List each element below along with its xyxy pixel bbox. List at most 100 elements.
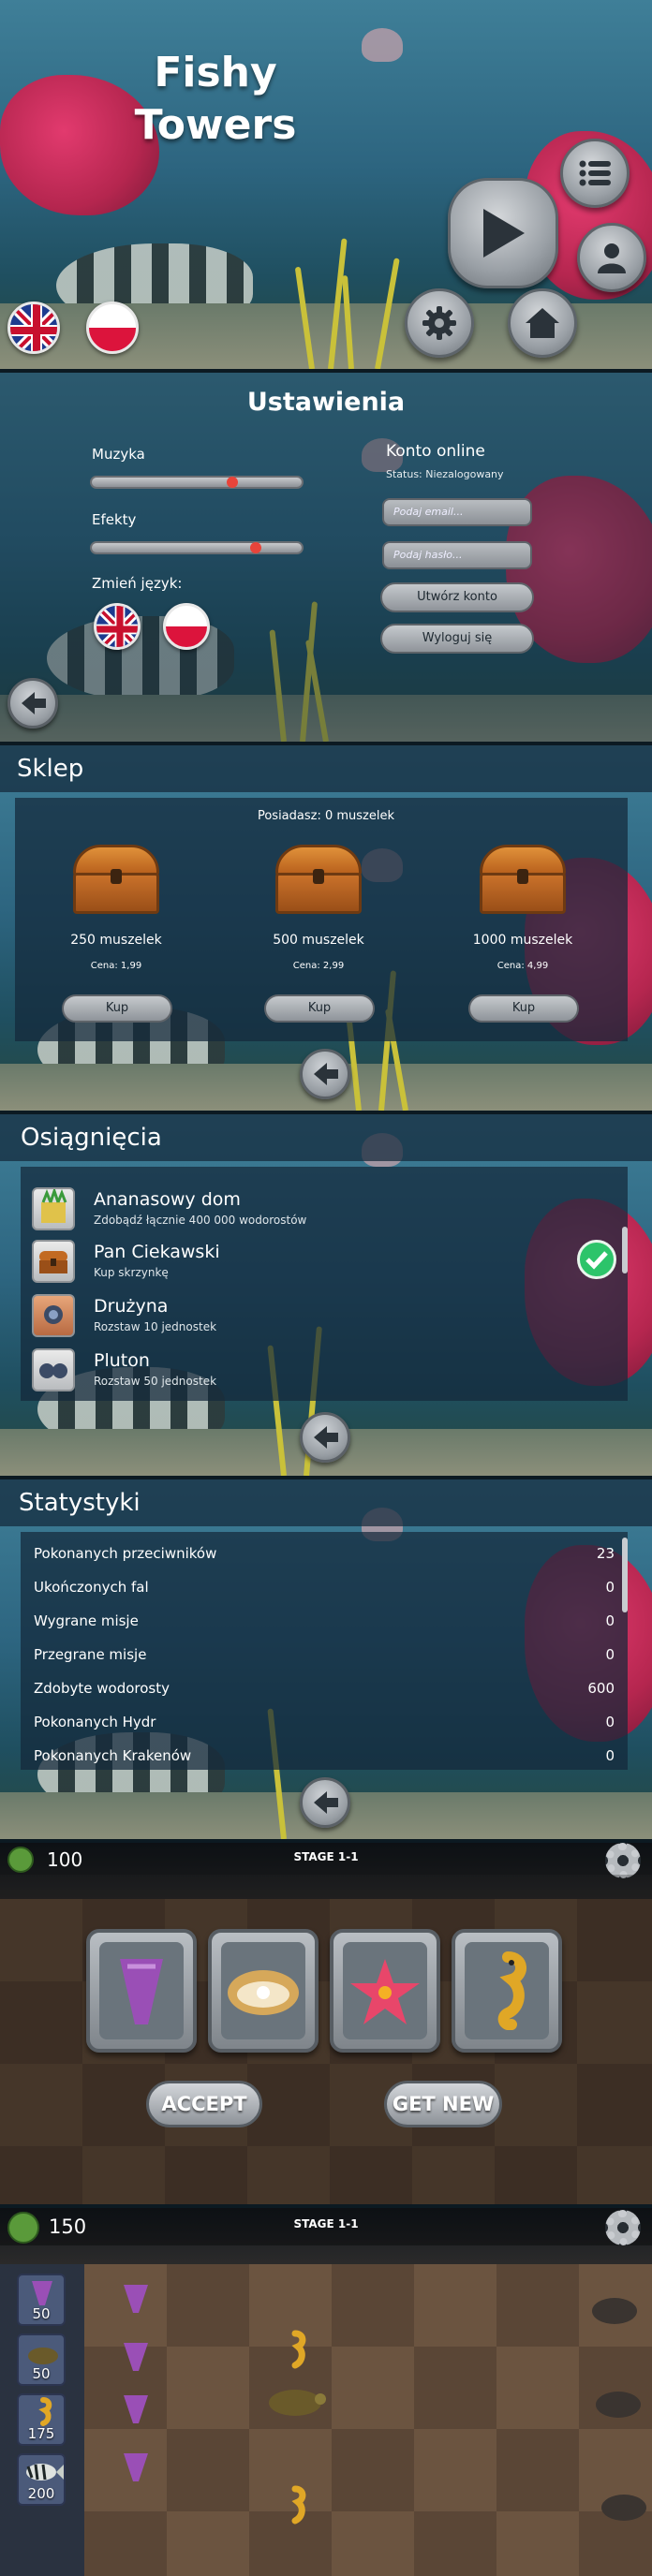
stat-label: Ukończonych fal [34,1579,149,1596]
accept-button[interactable]: ACCEPT [146,2081,262,2127]
achievement-item: Ananasowy dom Zdobądź łącznie 400 000 wo… [28,1184,609,1234]
tower-card[interactable] [330,1929,440,2053]
home-icon [526,308,559,338]
achievement-item: Pan Ciekawski Kup skrzynkę [28,1236,609,1287]
flag-pl-button[interactable] [86,302,139,354]
squad-icon [32,1294,75,1337]
achievement-item: Pluton Rozstaw 50 jednostek [28,1345,609,1395]
language-uk-button[interactable] [94,603,141,650]
profile-button[interactable] [577,223,646,292]
back-button[interactable] [7,678,58,729]
play-icon [483,209,525,258]
achievement-desc: Rozstaw 50 jednostek [94,1375,217,1388]
achievements-screen: Osiągnięcia Ananasowy dom Zdobądź łączni… [0,1114,652,1476]
achievement-name: Ananasowy dom [94,1189,241,1210]
shop-item-price: Cena: 4,99 [496,961,549,971]
create-account-button[interactable]: Utwórz konto [380,582,534,612]
achievement-desc: Kup skrzynkę [94,1266,169,1279]
account-status: Status: Niezalogowany [386,468,504,480]
list-icon [579,160,611,186]
list-button[interactable] [560,139,630,208]
platoon-icon [32,1348,75,1391]
effects-slider-knob[interactable] [249,542,261,553]
stat-value: 0 [605,1714,615,1730]
stat-row: Wygrane misje 0 [34,1605,615,1639]
language-pl-button[interactable] [163,603,210,650]
effects-slider[interactable] [90,541,304,554]
gear-icon [422,306,456,340]
starfish-tower-icon [350,1959,420,2024]
stat-label: Pokonanych przeciwników [34,1545,217,1562]
dim-overlay [0,373,652,742]
seahorse-tower-icon [291,2485,306,2524]
buy-button[interactable]: Kup [264,994,375,1023]
treasure-chest-icon [480,845,566,914]
achievements-title: Osiągnięcia [21,1124,162,1152]
stage-label: STAGE 1-1 [293,2217,359,2230]
tower-card[interactable] [452,1929,562,2053]
play-button[interactable] [448,178,558,288]
password-field[interactable]: Podaj hasło... [382,541,532,569]
unit-slot[interactable]: 200 [17,2453,66,2506]
tower-select-screen: 100 STAGE 1-1 ACCEPT GET NEW [0,1843,652,2204]
effects-label: Efekty [92,511,137,528]
back-button[interactable] [300,1412,350,1463]
jellyfish-decoration [362,28,403,62]
user-icon [598,243,626,273]
stat-row: Pokonanych Hydr 0 [34,1706,615,1740]
music-slider[interactable] [90,476,304,489]
home-button[interactable] [508,288,577,358]
stat-value: 0 [605,1612,615,1629]
settings-gear-icon[interactable] [605,1843,641,1878]
flag-uk-button[interactable] [7,302,60,354]
game-board [84,2264,652,2576]
fish-unit-icon [26,2464,64,2480]
shop-header-bar [0,745,652,792]
buy-button[interactable]: Kup [468,994,579,1023]
settings-button[interactable] [405,288,474,358]
stat-value: 0 [605,1646,615,1663]
buy-button[interactable]: Kup [62,994,172,1023]
back-button[interactable] [300,1777,350,1828]
enemy-fish-icon [601,2495,646,2521]
clam-tower-icon [228,1970,299,2015]
tower-card[interactable] [208,1929,319,2053]
settings-title: Ustawienia [246,388,406,417]
shop-item-amount: 1000 muszelek [472,933,573,948]
completed-check-icon [577,1240,616,1279]
account-title: Konto online [386,442,485,461]
get-new-button[interactable]: GET NEW [384,2081,502,2127]
tower-card[interactable] [86,1929,197,2053]
logout-button[interactable]: Wyloguj się [380,624,534,654]
unit-cost: 50 [32,2305,51,2322]
turtle-tower-icon [269,2390,326,2416]
shop-item-price: Cena: 1,99 [90,961,142,971]
treasure-chest-icon [73,845,159,914]
unit-slot[interactable]: 175 [17,2393,66,2446]
stat-value: 600 [587,1680,615,1697]
achievement-desc: Rozstaw 10 jednostek [94,1320,217,1333]
email-field[interactable]: Podaj email... [382,498,532,526]
coral-unit-icon [32,2281,52,2305]
stat-label: Wygrane misje [34,1612,139,1629]
coral-tower-icon [124,2285,148,2313]
back-arrow-icon [314,1791,338,1814]
turtle-unit-icon [28,2348,58,2364]
stat-row: Ukończonych fal 0 [34,1571,615,1605]
unit-slot[interactable]: 50 [17,2274,66,2326]
scrollbar[interactable] [622,1538,628,1612]
stat-label: Pokonanych Krakenów [34,1747,192,1764]
unit-slot[interactable]: 50 [17,2333,66,2386]
game-title: Fishy Towers [122,47,309,152]
coral-tower-icon [124,2395,148,2423]
settings-gear-icon[interactable] [605,2210,641,2245]
stat-value: 0 [605,1747,615,1764]
enemy-fish-icon [596,2392,641,2418]
back-button[interactable] [300,1049,350,1099]
music-slider-knob[interactable] [227,477,239,488]
stat-value: 23 [596,1545,615,1562]
scrollbar[interactable] [622,1227,628,1273]
statistics-title: Statystyki [19,1489,141,1517]
shell-balance: Posiadasz: 0 muszelek [257,809,395,823]
title-line-1: Fishy [154,49,277,96]
